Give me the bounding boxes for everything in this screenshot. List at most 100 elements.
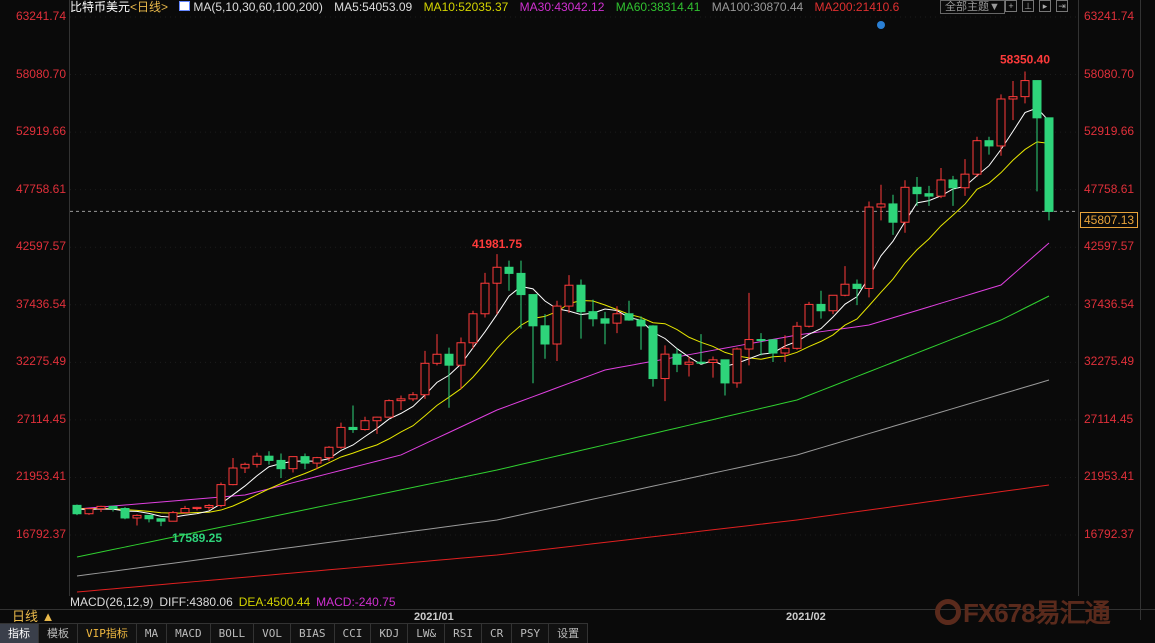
tab-0[interactable]: 指标 [0,624,39,643]
candle-body [444,353,454,366]
event-marker [877,21,885,29]
price-tick-label: 58080.70 [15,66,66,81]
price-tick-label: 27114.45 [1084,411,1134,426]
candle-body [648,325,658,380]
candle-body [660,353,670,380]
candle-body [888,203,898,223]
ma5-line [76,107,1050,518]
theme-dropdown[interactable]: 全部主题▼ [940,0,1005,14]
candle-body [840,283,850,296]
candlestick-chart[interactable]: 58350.40 41981.75 17589.25 [70,0,1078,596]
tab-3[interactable]: MA [137,624,168,643]
candle-body [732,348,742,384]
candle-body [984,140,994,147]
period-label[interactable]: <日线> [130,0,168,14]
ma60-line [76,295,1050,558]
tab-13[interactable]: PSY [512,624,550,643]
price-annotation: 17589.25 [172,531,222,545]
tab-12[interactable]: CR [482,624,513,643]
candle-body [744,339,754,350]
candle-body [132,514,142,519]
price-tick-label: 16792.37 [1084,527,1135,541]
ma10-value: MA10:52035.37 [423,0,509,14]
candle-body [108,505,118,509]
tab-11[interactable]: RSI [445,624,482,643]
price-tick-label: 21953.41 [1084,469,1135,484]
tab-8[interactable]: CCI [335,624,372,643]
left-price-axis: 63241.74 58080.70 52919.66 47758.61 42597.57… [0,0,70,596]
candle-body [204,504,214,508]
chart-type-icon[interactable] [179,1,191,11]
candle-body [684,361,694,365]
candle-body [492,266,502,284]
crosshair-icon[interactable]: + [1005,0,1017,12]
ma100-line [76,379,1050,577]
candle-body [264,455,274,461]
price-tick-label: 52919.66 [1084,124,1135,139]
price-tick-label: 63241.74 [1084,9,1135,23]
macd-dea: DEA:4500.44 [238,595,311,609]
price-tick-label: 58080.70 [1084,66,1135,81]
ma5-value: MA5:54053.09 [334,0,413,14]
candle-body [480,282,490,315]
right-side-strip[interactable] [1140,0,1155,620]
candle-body [960,173,970,189]
candle-body [936,179,946,197]
price-tick-label: 37436.54 [1084,296,1135,311]
candle-body [672,353,682,365]
candle-body [924,193,934,197]
tab-7[interactable]: BIAS [291,624,335,643]
candle-body [420,362,430,396]
candle-body [720,359,730,384]
candle-body [816,303,826,312]
macd-header: MACD(26,12,9) DIFF:4380.06 DEA:4500.44 MACD… [70,596,402,609]
indicator-tabs: 指标 模板 VIP指标 MA MACD BOLL VOL BIAS CCI KDJ LW& RSI CR… [0,623,589,643]
candle-body [528,294,538,327]
tab-2[interactable]: VIP指标 [78,624,137,643]
price-tick-label: 32275.49 [15,354,66,369]
ma-params[interactable]: MA(5,10,30,60,100,200) [193,0,322,14]
candle-body [72,504,82,515]
price-tick-label: 27114.45 [16,411,66,426]
candle-body [624,313,634,321]
tab-9[interactable]: KDJ [371,624,409,643]
tab-14[interactable]: 设置 [549,624,589,643]
candle-body [948,179,958,189]
chart-header: 比特币美元<日线> MA(5,10,30,60,100,200) MA5:540… [70,0,907,15]
tab-4[interactable]: MACD [167,624,211,643]
candle-body [288,456,298,470]
price-tick-label: 37436.54 [15,296,66,311]
candle-body [1044,117,1054,212]
candle-body [468,313,478,344]
zoom-out-icon[interactable]: ▸ [1039,0,1051,12]
candle-body [360,420,370,431]
candle-body [1008,96,1018,100]
candle-body [576,284,586,313]
candle-body [612,313,622,324]
exit-icon[interactable]: ⇥ [1056,0,1068,12]
tab-1[interactable]: 模板 [39,624,78,643]
right-price-axis: 63241.74 58080.70 52919.66 47758.61 42597.57… [1078,0,1140,596]
symbol-title: 比特币美元 [70,0,131,14]
candle-body [180,507,190,514]
candle-body [336,426,346,448]
candle-body [996,98,1006,147]
candle-body [828,294,838,312]
candle-body [216,484,226,506]
candle-body [852,283,862,289]
candle-body [384,400,394,418]
macd-value: MACD:-240.75 [316,595,396,609]
tab-10[interactable]: LW& [408,624,446,643]
candle-body [144,514,154,520]
candle-body [792,325,802,349]
tab-5[interactable]: BOLL [211,624,255,643]
tab-6[interactable]: VOL [254,624,291,643]
candle-body [456,342,466,366]
price-tick-label: 47758.61 [1084,181,1135,196]
zoom-in-icon[interactable]: ⊥ [1022,0,1034,12]
price-tick-label: 42597.57 [1084,239,1135,254]
price-annotation: 41981.75 [472,237,522,251]
candle-body [300,456,310,464]
candle-body [348,426,358,431]
candle-body [864,206,874,289]
